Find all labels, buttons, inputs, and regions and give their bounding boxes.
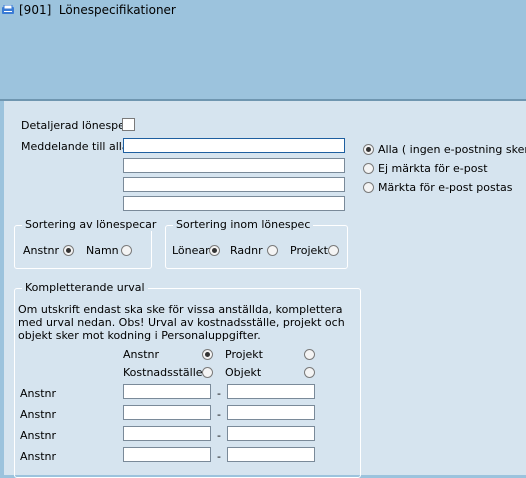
- sort-specs-legend: Sortering av lönespecar: [22, 218, 160, 231]
- urval-kst-radio[interactable]: [202, 367, 213, 378]
- urval-objekt-label: Objekt: [225, 366, 262, 379]
- window-title: [901] Lönespecifikationer: [19, 3, 176, 17]
- range-dash-2: -: [217, 408, 221, 421]
- delivery-label-all: Alla ( ingen e-postning sker ): [378, 143, 526, 156]
- range-label-3: Anstnr: [20, 429, 57, 442]
- sort-within-legend: Sortering inom lönespec: [173, 218, 314, 231]
- message-line-4[interactable]: [123, 196, 348, 211]
- urval-anstnr-radio[interactable]: [202, 349, 213, 360]
- sort-projekt-label: Projekt: [290, 244, 328, 257]
- urval-kst-label: Kostnadsställe: [123, 366, 203, 379]
- urval-projekt-label: Projekt: [225, 348, 263, 361]
- range-from-1[interactable]: [123, 384, 214, 399]
- selection-description: Om utskrift endast ska ske för vissa ans…: [18, 303, 345, 342]
- range-dash-4: -: [217, 450, 221, 463]
- sort-anstnr-radio[interactable]: [63, 245, 74, 256]
- range-from-2[interactable]: [123, 405, 214, 420]
- sort-projekt-radio[interactable]: [328, 245, 339, 256]
- range-label-2: Anstnr: [20, 408, 57, 421]
- range-to-1[interactable]: [227, 384, 318, 399]
- sort-loneart-radio[interactable]: [209, 245, 220, 256]
- delivery-label-marked: Märkta för e-post postas: [378, 181, 513, 194]
- sort-anstnr-label: Anstnr: [23, 244, 60, 257]
- message-label: Meddelande till alla: [21, 140, 129, 153]
- urval-projekt-radio[interactable]: [304, 349, 315, 360]
- detailed-label: Detaljerad lönespec: [21, 119, 131, 132]
- sort-radnr-label: Radnr: [230, 244, 263, 257]
- delivery-radio-marked[interactable]: [363, 182, 374, 193]
- range-from-3[interactable]: [123, 426, 214, 441]
- sort-radnr-radio[interactable]: [267, 245, 278, 256]
- range-from-4[interactable]: [123, 447, 214, 462]
- message-line-1[interactable]: [123, 138, 348, 153]
- sort-loneart-label: Löneart: [172, 244, 214, 257]
- range-to-4[interactable]: [227, 447, 318, 462]
- range-dash-1: -: [217, 387, 221, 400]
- message-line-2[interactable]: [123, 158, 348, 173]
- delivery-radio-unmarked[interactable]: [363, 163, 374, 174]
- window-icon: [1, 4, 15, 16]
- sort-specs-group: Sortering av lönespecar Anstnr Namn: [14, 218, 160, 269]
- title-bar: [901] Lönespecifikationer: [0, 0, 526, 20]
- delivery-radio-all[interactable]: [363, 144, 374, 155]
- detailed-checkbox[interactable]: [122, 118, 135, 131]
- message-line-3[interactable]: [123, 177, 348, 192]
- range-to-2[interactable]: [227, 405, 318, 420]
- urval-objekt-radio[interactable]: [304, 367, 315, 378]
- urval-anstnr-label: Anstnr: [123, 348, 160, 361]
- range-label-4: Anstnr: [20, 450, 57, 463]
- delivery-label-unmarked: Ej märkta för e-post: [378, 162, 488, 175]
- range-label-1: Anstnr: [20, 387, 57, 400]
- selection-legend: Kompletterande urval: [22, 281, 148, 294]
- sort-namn-label: Namn: [86, 244, 119, 257]
- range-dash-3: -: [217, 429, 221, 442]
- range-to-3[interactable]: [227, 426, 318, 441]
- main-panel: Detaljerad lönespec Meddelande till alla…: [4, 101, 526, 478]
- sort-namn-radio[interactable]: [121, 245, 132, 256]
- sort-within-group: Sortering inom lönespec Löneart Radnr Pr…: [165, 218, 348, 269]
